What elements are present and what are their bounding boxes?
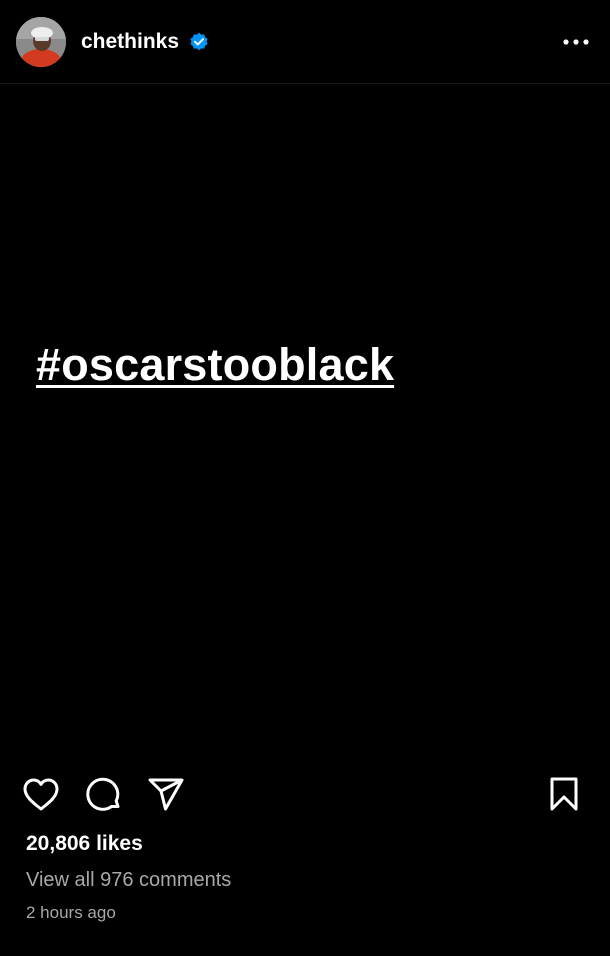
save-button[interactable] [545, 776, 583, 814]
post-header: chethinks [0, 0, 610, 84]
more-options-icon[interactable] [560, 30, 592, 54]
view-comments-link[interactable]: View all 976 comments [26, 867, 231, 893]
comment-bubble-icon [86, 777, 120, 811]
profile-avatar[interactable] [16, 17, 66, 67]
paper-plane-icon [148, 778, 184, 811]
bookmark-icon [550, 777, 578, 811]
post-timestamp: 2 hours ago [26, 903, 116, 922]
verified-badge-icon [189, 32, 209, 52]
post-hashtag-text: #oscarstooblack [36, 339, 395, 390]
like-button[interactable] [22, 776, 60, 814]
likes-count[interactable]: 20,806 likes [26, 831, 143, 857]
comment-button[interactable] [85, 776, 123, 814]
username[interactable]: chethinks [81, 28, 179, 56]
share-button[interactable] [147, 776, 185, 814]
avatar-image [16, 17, 66, 67]
post-image[interactable]: #oscarstooblack [0, 85, 610, 765]
heart-icon [23, 778, 59, 811]
